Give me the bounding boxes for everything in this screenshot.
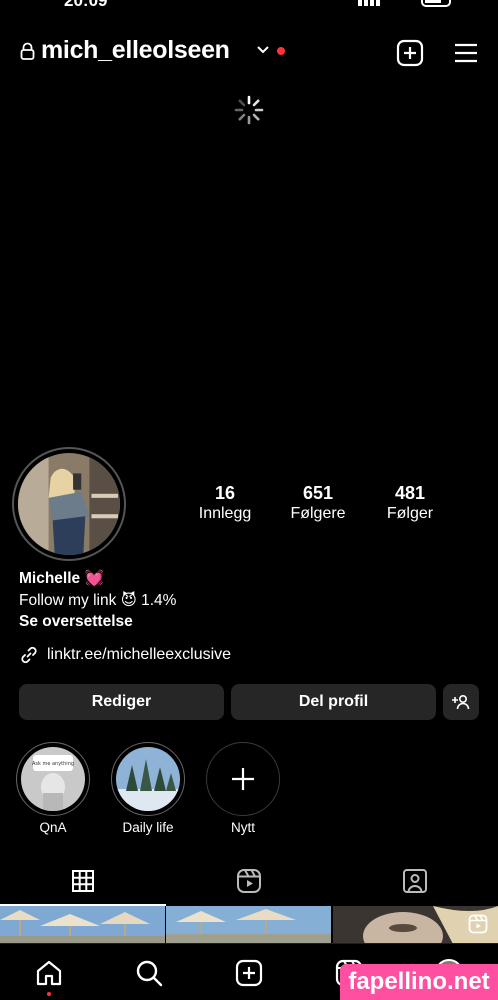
highlight-qna[interactable]: Ask me anything QnA — [15, 742, 91, 835]
highlight-label: QnA — [39, 820, 67, 835]
highlight-label: Daily life — [122, 820, 174, 835]
nav-search[interactable] — [133, 958, 165, 988]
highlight-new[interactable]: Nytt — [205, 742, 281, 835]
nav-home[interactable] — [33, 958, 65, 988]
posts-grid — [0, 906, 498, 944]
username[interactable]: mich_elleolseen — [41, 36, 230, 65]
home-icon — [36, 960, 62, 986]
activity-dot — [47, 992, 51, 996]
stat-following[interactable]: 481 Følger — [360, 482, 460, 524]
reels-icon — [237, 869, 261, 893]
stat-label: Følger — [386, 505, 434, 522]
highlight-daily-life[interactable]: Daily life — [110, 742, 186, 835]
stat-count: 481 — [394, 483, 426, 503]
status-bar: 20:09 — [0, 0, 498, 10]
highlight-cover — [116, 747, 180, 811]
status-icons — [358, 0, 451, 7]
notification-dot — [277, 47, 285, 55]
highlight-ring — [111, 742, 185, 816]
nav-new-post[interactable] — [233, 958, 265, 988]
share-profile-button[interactable]: Del profil — [231, 684, 436, 720]
stat-posts[interactable]: 16 Innlegg — [175, 482, 275, 524]
chevron-down-icon[interactable] — [256, 45, 270, 55]
translate-link[interactable]: Se oversettelse — [19, 612, 133, 632]
stat-followers[interactable]: 651 Følgere — [268, 482, 368, 524]
post-thumbnail[interactable] — [0, 906, 165, 944]
plus-icon — [232, 768, 254, 790]
reel-badge-icon — [468, 914, 488, 934]
highlight-sticker-text: Ask me anything — [32, 761, 74, 767]
new-post-icon[interactable] — [396, 39, 424, 67]
add-user-icon — [452, 694, 470, 710]
tab-posts[interactable] — [0, 858, 166, 904]
tab-reels[interactable] — [166, 858, 332, 904]
edit-profile-button[interactable]: Rediger — [19, 684, 224, 720]
link-icon — [21, 646, 37, 664]
stat-label: Innlegg — [198, 505, 252, 522]
stat-count: 16 — [214, 483, 236, 503]
link-text[interactable]: linktr.ee/michelleexclusive — [47, 646, 231, 664]
grid-icon — [72, 870, 94, 892]
highlight-ring: Ask me anything — [16, 742, 90, 816]
profile-avatar[interactable] — [12, 447, 126, 561]
lock-icon — [20, 42, 35, 60]
tagged-icon — [403, 869, 427, 893]
content-tabs — [0, 858, 498, 906]
post-thumbnail[interactable] — [166, 906, 331, 944]
highlight-cover: Ask me anything — [21, 747, 85, 811]
loading-spinner-icon — [234, 95, 264, 125]
add-user-button[interactable] — [443, 684, 479, 720]
profile-bio: Follow my link 😈 1.4% — [19, 592, 177, 609]
highlight-ring — [206, 742, 280, 816]
watermark: fapellino.net — [340, 964, 498, 1000]
stat-label: Følgere — [290, 505, 346, 522]
profile-name: Michelle 💓 — [19, 570, 104, 587]
stat-count: 651 — [302, 483, 334, 503]
search-icon — [136, 960, 163, 987]
post-thumbnail[interactable] — [333, 906, 498, 944]
menu-icon[interactable] — [453, 41, 479, 65]
tab-tagged[interactable] — [332, 858, 498, 904]
profile-link[interactable]: linktr.ee/michelleexclusive — [19, 644, 231, 666]
new-post-icon — [235, 959, 263, 987]
profile-header: mich_elleolseen — [0, 34, 498, 72]
highlight-label: Nytt — [230, 820, 255, 835]
status-time: 20:09 — [64, 0, 108, 10]
avatar-photo — [18, 453, 120, 555]
